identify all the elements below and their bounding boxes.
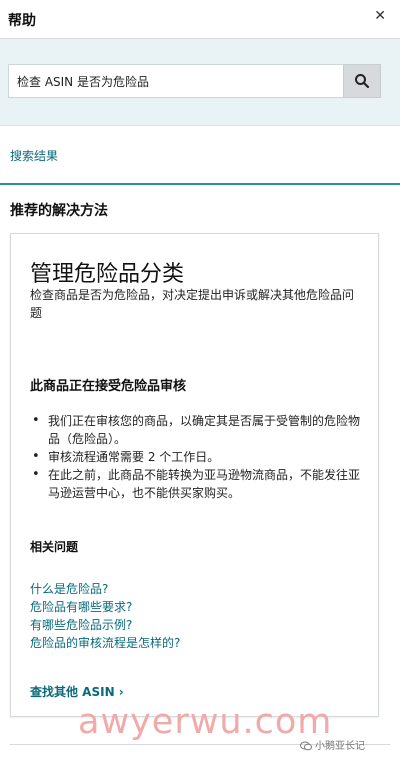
section-divider: [0, 183, 400, 185]
list-item: 我们正在审核您的商品，以确定其是否属于受管制的危险物品（危险品）。: [30, 412, 360, 448]
wechat-attribution: 小鹅亚长记: [300, 737, 365, 752]
watermark-text: awyerwu.com: [78, 702, 333, 742]
related-questions-list: 什么是危险品? 危险品有哪些要求? 有哪些危险品示例? 危险品的审核流程是怎样的…: [30, 580, 360, 652]
related-questions-heading: 相关问题: [30, 540, 79, 554]
question-link[interactable]: 危险品有哪些要求?: [30, 598, 360, 616]
card-description: 检查商品是否为危险品，对决定提出申诉或解决其他危险品问题: [30, 288, 355, 320]
review-info-list: 我们正在审核您的商品，以确定其是否属于受管制的危险物品（危险品）。 审核流程通常…: [30, 412, 360, 502]
list-item: 审核流程通常需要 2 个工作日。: [30, 448, 360, 466]
solution-card: 管理危险品分类 检查商品是否为危险品，对决定提出申诉或解决其他危险品问题 此商品…: [10, 233, 379, 717]
question-link[interactable]: 什么是危险品?: [30, 580, 360, 598]
help-header: 帮助 ✕: [0, 0, 400, 39]
card-title: 管理危险品分类: [30, 262, 185, 287]
find-other-asin-link[interactable]: 查找其他 ASIN ›: [30, 683, 124, 700]
search-results-link[interactable]: 搜索结果: [10, 147, 58, 164]
question-link[interactable]: 危险品的审核流程是怎样的?: [30, 634, 360, 652]
question-link[interactable]: 有哪些危险品示例?: [30, 616, 360, 634]
list-item: 在此之前，此商品不能转换为亚马逊物流商品，不能发往亚马逊运营中心，也不能供买家购…: [30, 466, 360, 502]
search-area: [0, 39, 400, 126]
search-button[interactable]: [343, 64, 381, 98]
close-icon[interactable]: ✕: [374, 9, 386, 23]
wechat-icon: [300, 741, 312, 751]
recommended-solutions-heading: 推荐的解决方法: [10, 203, 108, 219]
search-input[interactable]: [8, 64, 344, 98]
help-title: 帮助: [8, 13, 36, 29]
search-icon: [355, 74, 370, 89]
wechat-account-name: 小鹅亚长记: [315, 741, 365, 752]
review-status-heading: 此商品正在接受危险品审核: [30, 379, 187, 394]
